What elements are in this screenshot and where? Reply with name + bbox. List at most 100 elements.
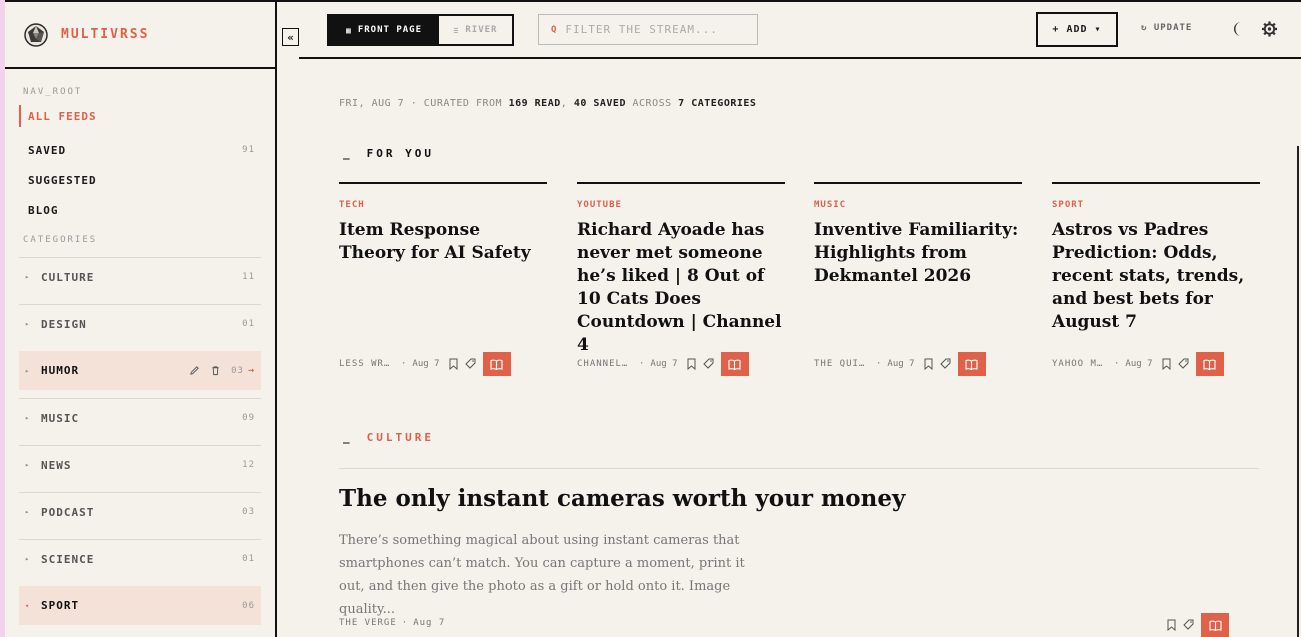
category-count: 03 <box>242 507 255 517</box>
chevron-down-icon[interactable]: ▾ <box>25 602 41 610</box>
story-title[interactable]: Item Response Theory for AI Safety <box>339 219 547 265</box>
chevron-right-icon[interactable]: ▸ <box>25 555 41 563</box>
collapse-sidebar-button[interactable]: « <box>282 28 299 46</box>
story-date: Aug 7 <box>1125 359 1153 369</box>
for-you-label: FOR YOU <box>366 147 434 160</box>
bookmark-icon[interactable] <box>686 358 697 370</box>
story-category: SPORT <box>1052 200 1085 210</box>
culture-heading: _ CULTURE <box>343 431 434 444</box>
tag-icon[interactable] <box>939 358 951 370</box>
for-you-heading: _ FOR YOU <box>343 147 434 160</box>
story-category: TECH <box>339 200 365 210</box>
story-card[interactable]: MUSIC Inventive Familiarity: Highlights … <box>814 182 1022 288</box>
story-date: Aug 7 <box>412 359 440 369</box>
sidebar-item-suggested[interactable]: SUGGESTED <box>19 165 261 195</box>
story-card[interactable]: SPORT Astros vs Padres Prediction: Odds,… <box>1052 182 1260 334</box>
moon-icon[interactable] <box>1230 20 1246 38</box>
sidebar-item-all-feeds[interactable]: ALL FEEDS <box>19 105 261 127</box>
tag-icon[interactable] <box>1177 358 1189 370</box>
scrollbar[interactable] <box>1297 146 1299 637</box>
meta-date: FRI, AUG 7 <box>339 98 405 109</box>
culture-label: CULTURE <box>366 431 434 444</box>
search-icon: Q <box>551 24 558 35</box>
story-title[interactable]: Inventive Familiarity: Highlights from D… <box>814 219 1022 288</box>
tag-icon[interactable] <box>702 358 714 370</box>
story-source: LESS WR… <box>339 359 391 369</box>
read-button[interactable] <box>1201 613 1229 637</box>
nav-root-label: NAV_ROOT <box>23 87 83 97</box>
open-book-icon <box>1208 620 1222 631</box>
category-news[interactable]: ▸ NEWS 12 <box>19 445 261 484</box>
meta-saved: 40 SAVED <box>573 98 626 109</box>
category-count: 11 <box>242 272 255 282</box>
filter-input[interactable]: Q FILTER THE STREAM... <box>538 14 758 45</box>
category-humor[interactable]: ▸ HUMOR 03 → <box>19 351 261 390</box>
gear-icon[interactable] <box>1261 20 1278 38</box>
story-title[interactable]: Astros vs Padres Prediction: Odds, recen… <box>1052 219 1260 334</box>
category-culture[interactable]: ▸ CULTURE 11 <box>19 257 261 296</box>
view-toggle: ▦ FRONT PAGE ≡ RIVER <box>327 14 514 46</box>
category-count: 09 <box>242 413 255 423</box>
story-source: THE QUI… <box>814 359 866 369</box>
update-button[interactable]: ↻ UPDATE <box>1141 23 1192 33</box>
meta-read: 169 READ <box>508 98 561 109</box>
sidebar: MULTIVRSS NAV_ROOT ALL FEEDS SAVED 91 SU… <box>5 2 277 637</box>
sidebar-item-label: ALL FEEDS <box>28 109 97 123</box>
bookmark-icon[interactable] <box>1161 358 1172 370</box>
read-button[interactable] <box>482 352 511 376</box>
category-count: 06 <box>242 600 255 611</box>
feature-source: THE VERGE <box>339 618 397 628</box>
story-card[interactable]: YOUTUBE Richard Ayoade has never met som… <box>577 182 785 357</box>
category-count: 01 <box>242 319 255 329</box>
story-footer: CHANNEL… · Aug 7 <box>577 352 749 376</box>
chevron-right-icon[interactable]: ▸ <box>25 414 41 422</box>
category-music[interactable]: ▸ MUSIC 09 <box>19 398 261 437</box>
feature-title[interactable]: The only instant cameras worth your mone… <box>339 485 905 512</box>
tag-icon[interactable] <box>464 358 476 370</box>
chevron-right-icon[interactable]: ▸ <box>25 461 41 469</box>
underscore-icon: _ <box>343 147 353 160</box>
separator-dot: · <box>401 618 409 628</box>
arrow-right-icon[interactable]: → <box>248 365 255 376</box>
category-list: ▸ CULTURE 11 ▸ DESIGN 01 ▸ HUMOR 03 → ▸ … <box>19 257 261 625</box>
underscore-icon: _ <box>343 431 353 444</box>
trash-icon[interactable] <box>210 365 221 376</box>
category-label: SCIENCE <box>41 552 95 566</box>
bookmark-icon[interactable] <box>923 358 934 370</box>
category-label: SPORT <box>41 599 80 612</box>
bookmark-icon[interactable] <box>448 358 459 370</box>
category-science[interactable]: ▸ SCIENCE 01 <box>19 539 261 578</box>
river-tab[interactable]: ≡ RIVER <box>439 16 512 44</box>
front-page-label: FRONT PAGE <box>357 25 422 35</box>
category-sport[interactable]: ▾ SPORT 06 <box>19 586 261 625</box>
bookmark-icon[interactable] <box>1166 619 1177 631</box>
read-button[interactable] <box>957 352 986 376</box>
story-card[interactable]: TECH Item Response Theory for AI Safety <box>339 182 547 265</box>
meta-comma: , <box>560 98 568 109</box>
category-design[interactable]: ▸ DESIGN 01 <box>19 304 261 343</box>
category-count: 12 <box>242 460 255 470</box>
story-date: Aug 7 <box>887 359 915 369</box>
chevron-right-icon[interactable]: ▸ <box>25 367 41 375</box>
chevron-right-icon[interactable]: ▸ <box>25 320 41 328</box>
story-title[interactable]: Richard Ayoade has never met someone he’… <box>577 219 785 357</box>
add-button[interactable]: + ADD ▾ <box>1036 12 1118 47</box>
edit-icon[interactable] <box>189 365 200 376</box>
brand[interactable]: MULTIVRSS <box>5 2 275 69</box>
front-page-tab[interactable]: ▦ FRONT PAGE <box>329 16 439 44</box>
story-source: CHANNEL… <box>577 359 629 369</box>
category-podcast[interactable]: ▸ PODCAST 03 <box>19 492 261 531</box>
chevron-right-icon[interactable]: ▸ <box>25 508 41 516</box>
story-footer: THE QUI… · Aug 7 <box>814 352 986 376</box>
sidebar-item-blog[interactable]: BLOG <box>19 195 261 225</box>
tag-icon[interactable] <box>1183 619 1194 631</box>
sidebar-item-label: SAVED <box>28 143 67 157</box>
open-book-icon <box>965 359 978 370</box>
feature-actions <box>1166 613 1229 637</box>
chevron-right-icon[interactable]: ▸ <box>25 273 41 281</box>
grid-icon: ▦ <box>345 25 352 35</box>
open-book-icon <box>1203 359 1216 370</box>
sidebar-item-saved[interactable]: SAVED 91 <box>19 135 261 165</box>
read-button[interactable] <box>720 352 749 376</box>
read-button[interactable] <box>1195 352 1224 376</box>
